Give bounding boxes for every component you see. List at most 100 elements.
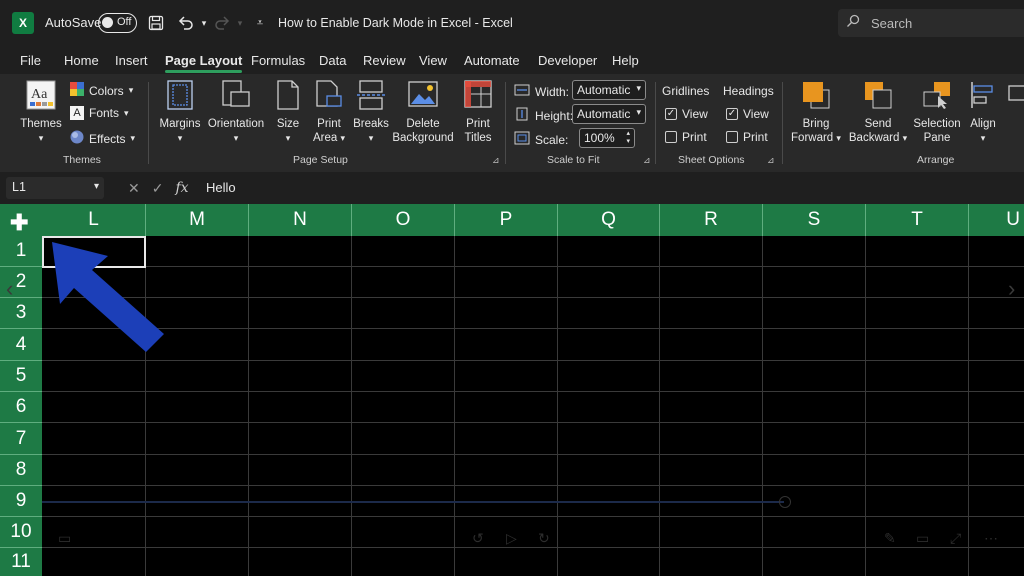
captions-icon[interactable]: ▭ xyxy=(58,530,71,547)
breaks-button[interactable]: Breaks ▾ xyxy=(352,80,390,145)
tab-file[interactable]: File xyxy=(20,53,41,68)
column-header-p[interactable]: P xyxy=(455,204,558,236)
undo-dropdown-icon[interactable]: ▾ xyxy=(194,12,214,34)
column-header-r[interactable]: R xyxy=(660,204,763,236)
customize-qat-icon[interactable]: ⩡ xyxy=(250,12,270,34)
headings-view-checkbox[interactable]: ✓ View xyxy=(726,107,769,121)
tab-automate[interactable]: Automate xyxy=(464,53,520,68)
page-setup-launcher-icon[interactable]: ⊿ xyxy=(492,155,500,166)
orientation-label: Orientation xyxy=(207,118,265,130)
redo-dropdown-icon: ▾ xyxy=(237,17,243,28)
column-header-s[interactable]: S xyxy=(763,204,866,236)
row-header-4[interactable]: 4 xyxy=(0,329,42,361)
tab-formulas[interactable]: Formulas xyxy=(251,53,305,68)
tab-home[interactable]: Home xyxy=(64,53,99,68)
tab-view[interactable]: View xyxy=(419,53,447,68)
selection-pane-label-2: Pane xyxy=(923,132,951,144)
row-header-6[interactable]: 6 xyxy=(0,392,42,423)
height-select[interactable]: Automatic ▾ xyxy=(572,104,646,124)
themes-button[interactable]: Aa Themes ▾ xyxy=(18,80,64,145)
width-select[interactable]: Automatic ▾ xyxy=(572,80,646,100)
insert-function-icon[interactable]: fx xyxy=(175,180,188,196)
pen-icon[interactable]: ✎ xyxy=(884,530,896,547)
video-progress-handle[interactable] xyxy=(779,496,791,508)
chevron-left-icon[interactable]: ‹ xyxy=(6,276,13,302)
column-header-l[interactable]: L xyxy=(42,204,146,236)
scale-spinner[interactable]: 100% ▴ ▾ xyxy=(579,128,635,148)
search-box[interactable]: Search xyxy=(838,9,1024,37)
gridlines-view-label: View xyxy=(682,107,708,121)
formula-input[interactable]: Hello xyxy=(198,177,1024,199)
tab-help[interactable]: Help xyxy=(612,53,639,68)
print-area-label-2: Area ▾ xyxy=(312,132,346,144)
row-header-5[interactable]: 5 xyxy=(0,361,42,392)
column-header-t[interactable]: T xyxy=(866,204,969,236)
sheet-options-group-label: Sheet Options xyxy=(678,154,745,166)
print-titles-button[interactable]: Print Titles xyxy=(460,80,496,145)
tab-page-layout[interactable]: Page Layout xyxy=(165,53,243,73)
undo-icon[interactable] xyxy=(176,12,196,34)
pointer-arrow-annotation xyxy=(52,242,164,352)
enter-icon[interactable]: ✓ xyxy=(152,180,164,197)
align-icon xyxy=(966,80,1000,114)
sheet-options-launcher-icon[interactable]: ⊿ xyxy=(767,155,775,166)
effects-button[interactable]: Effects ▾ xyxy=(70,130,135,147)
autosave-toggle[interactable]: Off xyxy=(98,13,137,33)
group-button-partial[interactable] xyxy=(1006,80,1024,117)
gridlines-view-checkbox[interactable]: ✓ View xyxy=(665,107,708,121)
column-header-m[interactable]: M xyxy=(146,204,249,236)
tab-data[interactable]: Data xyxy=(319,53,346,68)
column-header-q[interactable]: Q xyxy=(558,204,660,236)
row-header-10[interactable]: 10 xyxy=(0,517,42,548)
print-titles-label-2: Titles xyxy=(464,132,492,144)
height-label: Height: xyxy=(535,108,574,123)
screen-icon[interactable]: ▭ xyxy=(916,530,929,547)
themes-label: Themes xyxy=(20,118,62,130)
fonts-label: Fonts xyxy=(89,106,120,120)
size-button[interactable]: Size ▾ xyxy=(272,80,304,145)
scale-to-fit-launcher-icon[interactable]: ⊿ xyxy=(643,155,651,166)
row-header-3[interactable]: 3 xyxy=(0,298,42,329)
column-header-o[interactable]: O xyxy=(352,204,455,236)
name-box-value: L1 xyxy=(12,180,26,194)
play-icon[interactable]: ▷ xyxy=(506,530,517,547)
bring-forward-button[interactable]: Bring Forward ▾ xyxy=(788,80,844,145)
send-backward-button[interactable]: Send Backward ▾ xyxy=(847,80,909,145)
margins-button[interactable]: Margins ▾ xyxy=(156,80,204,145)
fullscreen-icon[interactable]: ⤢ xyxy=(950,530,961,547)
send-backward-label-1: Send xyxy=(864,118,892,130)
tab-insert[interactable]: Insert xyxy=(115,53,148,68)
name-box[interactable]: L1 ▾ xyxy=(6,177,104,199)
width-value: Automatic xyxy=(577,83,631,97)
delete-background-label-2: Background xyxy=(392,132,454,144)
column-header-n[interactable]: N xyxy=(249,204,352,236)
colors-button[interactable]: Colors ▾ xyxy=(70,82,133,99)
scale-label: Scale: xyxy=(535,132,569,147)
chevron-right-icon[interactable]: › xyxy=(1008,276,1015,302)
tab-review[interactable]: Review xyxy=(363,53,406,68)
margins-dropdown-icon: ▾ xyxy=(177,133,183,143)
cancel-icon[interactable]: ✕ xyxy=(128,180,140,197)
rewind-icon[interactable]: ↺ xyxy=(472,530,484,547)
headings-print-checkbox[interactable]: Print xyxy=(726,130,768,144)
gridline xyxy=(968,236,969,576)
orientation-button[interactable]: Orientation ▾ xyxy=(206,80,266,145)
fonts-button[interactable]: A Fonts ▾ xyxy=(70,106,129,120)
print-area-button[interactable]: Print Area ▾ xyxy=(309,80,349,145)
gridlines-print-checkbox[interactable]: Print xyxy=(665,130,707,144)
row-header-11[interactable]: 11 xyxy=(0,548,42,576)
row-header-1[interactable]: 1 xyxy=(0,236,42,267)
tab-developer[interactable]: Developer xyxy=(538,53,597,68)
row-header-9[interactable]: 9 xyxy=(0,486,42,517)
align-button[interactable]: Align ▾ xyxy=(966,80,1000,145)
more-icon[interactable]: ⋯ xyxy=(984,530,998,547)
save-icon[interactable] xyxy=(146,12,166,34)
row-header-7[interactable]: 7 xyxy=(0,423,42,455)
selection-pane-button[interactable]: Selection Pane xyxy=(910,80,964,145)
column-header-u[interactable]: U xyxy=(969,204,1024,236)
forward-icon[interactable]: ↻ xyxy=(538,530,550,547)
select-all-button[interactable]: ✚ xyxy=(0,204,42,236)
row-header-8[interactable]: 8 xyxy=(0,455,42,486)
video-progress-bar[interactable] xyxy=(42,501,784,503)
delete-background-button[interactable]: Delete Background xyxy=(392,80,454,145)
